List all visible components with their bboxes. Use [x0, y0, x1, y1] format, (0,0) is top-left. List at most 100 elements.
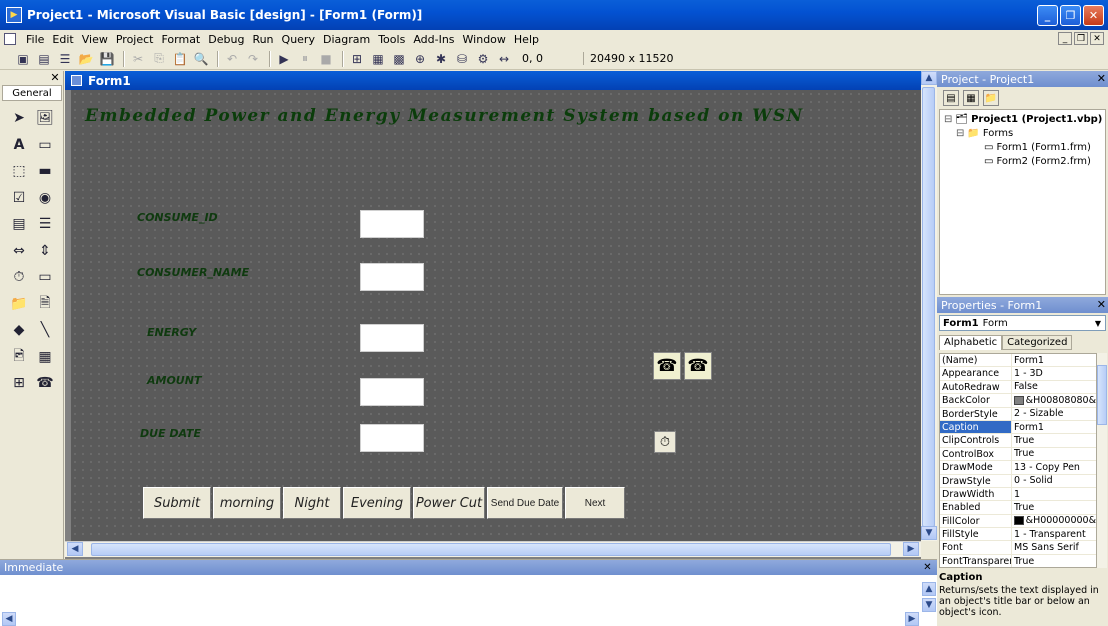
- mdi-minimize-button[interactable]: _: [1058, 32, 1072, 45]
- immediate-scroll-right-icon[interactable]: ▶: [905, 612, 919, 626]
- scroll-left-icon[interactable]: ◀: [67, 542, 83, 556]
- consumer-name-textbox[interactable]: [360, 263, 424, 291]
- open-project-icon[interactable]: 📂: [77, 50, 95, 68]
- property-row[interactable]: AutoRedraw False: [940, 380, 1096, 395]
- horizontal-scroll-thumb[interactable]: [91, 543, 891, 556]
- mdi-close-button[interactable]: ✕: [1090, 32, 1104, 45]
- drivelistbox-tool-icon[interactable]: ▭: [32, 264, 58, 291]
- evening-button[interactable]: Evening: [343, 487, 411, 519]
- filelistbox-tool-icon[interactable]: 🗎: [32, 291, 58, 318]
- property-row[interactable]: FillStyle 1 - Transparent: [940, 528, 1096, 542]
- commandbutton-tool-icon[interactable]: ▬: [32, 158, 58, 185]
- break-icon[interactable]: ⏸: [296, 50, 314, 68]
- save-project-icon[interactable]: 💾: [98, 50, 116, 68]
- close-button[interactable]: ✕: [1083, 5, 1104, 26]
- property-row[interactable]: Font MS Sans Serif: [940, 541, 1096, 555]
- immediate-scroll-left-icon[interactable]: ◀: [2, 612, 16, 626]
- menu-help[interactable]: Help: [510, 33, 543, 46]
- line-tool-icon[interactable]: ╲: [32, 317, 58, 344]
- property-value-cell[interactable]: 2 - Sizable: [1012, 408, 1096, 420]
- undo-icon[interactable]: ↶: [223, 50, 241, 68]
- property-value-cell[interactable]: 1 - Transparent: [1012, 528, 1096, 540]
- property-value-cell[interactable]: 13 - Copy Pen: [1012, 461, 1096, 473]
- property-row[interactable]: BackColor &H00808080&: [940, 394, 1096, 408]
- mscomm-tool-icon[interactable]: ☎: [32, 370, 58, 397]
- paste-icon[interactable]: 📋: [171, 50, 189, 68]
- menu-diagram[interactable]: Diagram: [319, 33, 374, 46]
- property-value-cell[interactable]: True: [1012, 501, 1096, 513]
- timer-tool-icon[interactable]: ⏱: [6, 264, 32, 291]
- property-value-cell[interactable]: True: [1012, 448, 1096, 460]
- shape-tool-icon[interactable]: ◆: [6, 317, 32, 344]
- add-form-icon[interactable]: ▤: [35, 50, 53, 68]
- immediate-scroll-down-icon[interactable]: ▼: [922, 598, 936, 612]
- property-row[interactable]: Appearance 1 - 3D: [940, 367, 1096, 381]
- scroll-up-icon[interactable]: ▲: [921, 71, 937, 85]
- property-row[interactable]: Enabled True: [940, 501, 1096, 515]
- find-icon[interactable]: 🔍: [192, 50, 210, 68]
- submit-button[interactable]: Submit: [143, 487, 211, 519]
- consume-id-textbox[interactable]: [360, 210, 424, 238]
- property-value-cell[interactable]: MS Sans Serif: [1012, 541, 1096, 553]
- vertical-scroll-thumb[interactable]: [922, 87, 935, 527]
- property-value-cell[interactable]: Form1: [1012, 421, 1096, 433]
- property-value-cell[interactable]: Form1: [1012, 354, 1096, 366]
- property-row[interactable]: ControlBox True: [940, 447, 1096, 462]
- collapse-icon[interactable]: ⊟: [956, 128, 964, 139]
- property-value-cell[interactable]: 1: [1012, 488, 1096, 500]
- properties-close-icon[interactable]: ✕: [1097, 298, 1106, 311]
- property-row[interactable]: ClipControls True: [940, 434, 1096, 448]
- property-value-cell[interactable]: True: [1012, 555, 1096, 567]
- toolbox-tab-general[interactable]: General: [2, 85, 62, 101]
- immediate-text-area[interactable]: [0, 575, 920, 626]
- form1-title-bar[interactable]: Form1: [65, 71, 921, 90]
- mdi-child-icon[interactable]: [4, 33, 16, 45]
- data-view-icon[interactable]: ⛁: [453, 50, 471, 68]
- toolbox-close-icon[interactable]: ✕: [49, 71, 61, 84]
- menu-window[interactable]: Window: [459, 33, 510, 46]
- immediate-close-icon[interactable]: ✕: [922, 562, 933, 573]
- object-selector[interactable]: Form1 Form ▼: [939, 315, 1106, 331]
- menu-editor-icon[interactable]: ☰: [56, 50, 74, 68]
- view-object-icon[interactable]: ▦: [963, 90, 979, 106]
- property-row[interactable]: (Name) Form1: [940, 354, 1096, 368]
- tab-categorized[interactable]: Categorized: [1002, 335, 1073, 350]
- tree-item-form1[interactable]: ▭ Form1 (Form1.frm): [984, 142, 1091, 153]
- menu-format[interactable]: Format: [157, 33, 204, 46]
- scroll-right-icon[interactable]: ▶: [903, 542, 919, 556]
- hscrollbar-tool-icon[interactable]: ⇔: [6, 238, 32, 265]
- object-browser-icon[interactable]: ⊕: [411, 50, 429, 68]
- redo-icon[interactable]: ↷: [244, 50, 262, 68]
- energy-textbox[interactable]: [360, 324, 424, 352]
- property-row[interactable]: FontTransparent True: [940, 554, 1096, 567]
- toolbox-icon[interactable]: ✱: [432, 50, 450, 68]
- restore-button[interactable]: ❐: [1060, 5, 1081, 26]
- menu-add-ins[interactable]: Add-Ins: [409, 33, 458, 46]
- vscrollbar-tool-icon[interactable]: ⇕: [32, 238, 58, 265]
- collapse-icon[interactable]: ⊟: [944, 114, 952, 125]
- due-date-textbox[interactable]: [360, 424, 424, 452]
- tree-item-project1[interactable]: ⊟ 🗂 Project1 (Project1.vbp): [944, 114, 1102, 125]
- designer-horizontal-scrollbar[interactable]: ◀ ▶: [65, 541, 921, 557]
- menu-query[interactable]: Query: [278, 33, 319, 46]
- scroll-down-icon[interactable]: ▼: [921, 526, 937, 540]
- form1-canvas[interactable]: Embedded Power and Energy Measurement Sy…: [71, 90, 921, 541]
- next-button[interactable]: Next: [565, 487, 625, 519]
- label-tool-icon[interactable]: A: [6, 132, 32, 159]
- property-value-cell[interactable]: True: [1012, 434, 1096, 446]
- label-energy[interactable]: ENERGY: [147, 326, 196, 339]
- night-button[interactable]: Night: [283, 487, 341, 519]
- checkbox-tool-icon[interactable]: ☑: [6, 185, 32, 212]
- vb-app-icon[interactable]: ▶: [6, 7, 22, 23]
- morning-button[interactable]: morning: [213, 487, 281, 519]
- textbox-tool-icon[interactable]: ▭: [32, 132, 58, 159]
- timer-control-icon[interactable]: ⏱: [654, 431, 676, 453]
- minimize-button[interactable]: _: [1037, 5, 1058, 26]
- menu-view[interactable]: View: [78, 33, 112, 46]
- property-grid-scrollbar[interactable]: [1097, 353, 1107, 568]
- project-explorer-close-icon[interactable]: ✕: [1097, 72, 1106, 85]
- property-row[interactable]: DrawStyle 0 - Solid: [940, 474, 1096, 488]
- property-value-cell[interactable]: False: [1012, 381, 1096, 393]
- property-scroll-thumb[interactable]: [1097, 365, 1107, 425]
- property-row[interactable]: DrawWidth 1: [940, 487, 1096, 502]
